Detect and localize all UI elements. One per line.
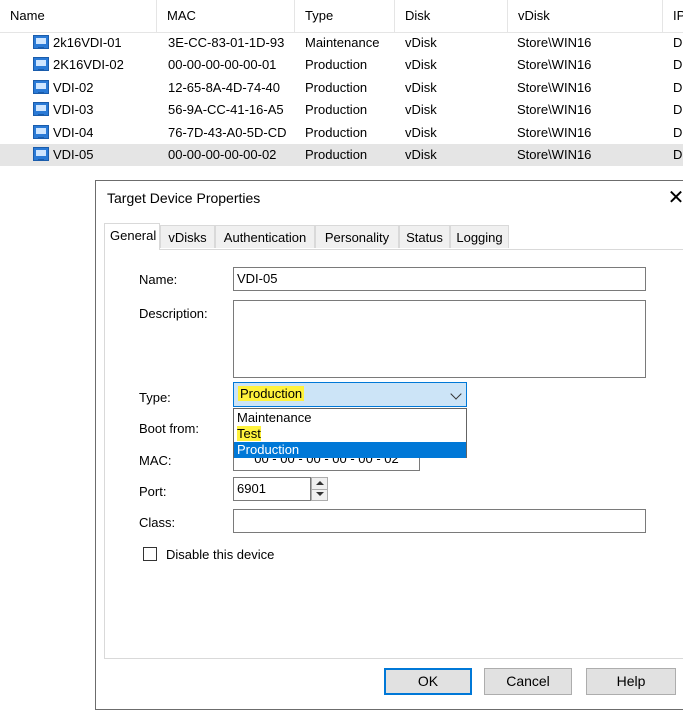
cell-name: VDI-02 xyxy=(53,79,94,95)
column-header-disk[interactable]: Disk xyxy=(395,0,508,32)
cancel-button[interactable]: Cancel xyxy=(484,668,572,695)
cell-ip: D xyxy=(673,57,683,73)
cell-disk: vDisk xyxy=(405,79,437,95)
tab-logging[interactable]: Logging xyxy=(450,225,509,248)
cell-type: Production xyxy=(305,79,368,95)
boot-from-label: Boot from: xyxy=(139,421,199,436)
class-label: Class: xyxy=(139,515,176,530)
cell-name: 2k16VDI-01 xyxy=(53,35,122,50)
type-option-test[interactable]: Test xyxy=(234,426,466,442)
type-option-test-label: Test xyxy=(237,426,261,441)
port-spinner[interactable] xyxy=(311,477,328,501)
cell-type: Production xyxy=(305,102,368,118)
cell-mac: 56-9A-CC-41-16-A5 xyxy=(168,102,284,118)
table-row[interactable]: VDI-02 12-65-8A-4D-74-40 Production vDisk St… xyxy=(0,77,683,99)
cell-disk: vDisk xyxy=(405,102,437,118)
cell-disk: vDisk xyxy=(405,147,437,162)
dialog-title: Target Device Properties xyxy=(107,190,261,206)
cell-ip: D xyxy=(673,147,683,162)
list-header: Name MAC Type Disk vDisk IP xyxy=(0,0,683,33)
cell-mac: 76-7D-43-A0-5D-CD xyxy=(168,124,287,140)
type-label: Type: xyxy=(139,390,171,405)
port-label: Port: xyxy=(139,484,167,499)
cell-type: Production xyxy=(305,57,368,73)
cell-name: VDI-03 xyxy=(53,102,94,118)
help-button[interactable]: Help xyxy=(586,668,676,695)
chevron-down-icon[interactable] xyxy=(450,388,462,400)
device-icon xyxy=(33,102,49,117)
cell-vdisk: Store\WIN16 xyxy=(517,147,592,162)
table-row[interactable]: VDI-05 00-00-00-00-00-02 Production vDisk St… xyxy=(0,144,683,166)
table-row[interactable]: 2k16VDI-01 3E-CC-83-01-1D-93 Maintenance vD… xyxy=(0,32,683,54)
cell-vdisk: Store\WIN16 xyxy=(517,124,592,140)
device-icon xyxy=(33,57,49,72)
class-field[interactable] xyxy=(233,509,646,533)
column-header-name[interactable]: Name xyxy=(0,0,157,32)
table-row[interactable]: VDI-04 76-7D-43-A0-5D-CD Production vDisk St… xyxy=(0,122,683,144)
cell-name: 2K16VDI-02 xyxy=(53,57,124,73)
tab-general[interactable]: General xyxy=(104,223,160,250)
type-combobox-value: Production xyxy=(238,386,305,401)
cell-name: VDI-05 xyxy=(53,147,94,162)
dialog-titlebar: Target Device Properties ✕ xyxy=(96,181,683,217)
tab-personality[interactable]: Personality xyxy=(315,225,399,248)
disable-device-checkbox[interactable] xyxy=(143,547,157,561)
cell-mac: 00-00-00-00-00-01 xyxy=(168,57,277,73)
tab-status[interactable]: Status xyxy=(399,225,450,248)
ok-button[interactable]: OK xyxy=(384,668,472,695)
name-label: Name: xyxy=(139,272,178,287)
close-icon[interactable]: ✕ xyxy=(664,187,683,209)
cell-mac: 3E-CC-83-01-1D-93 xyxy=(168,35,285,50)
cell-mac: 12-65-8A-4D-74-40 xyxy=(168,79,281,95)
cell-disk: vDisk xyxy=(405,124,437,140)
cell-vdisk: Store\WIN16 xyxy=(517,79,592,95)
column-header-mac[interactable]: MAC xyxy=(157,0,295,32)
description-field[interactable] xyxy=(233,300,646,378)
device-icon xyxy=(33,147,49,161)
device-icon xyxy=(33,79,49,94)
target-device-properties-dialog: Target Device Properties ✕ General vDisk… xyxy=(95,180,683,710)
cell-ip: D xyxy=(673,124,683,140)
description-label: Description: xyxy=(139,306,208,321)
table-row[interactable]: VDI-03 56-9A-CC-41-16-A5 Production vDisk St… xyxy=(0,99,683,121)
tab-authentication[interactable]: Authentication xyxy=(215,225,315,248)
device-icon xyxy=(33,124,49,139)
cell-vdisk: Store\WIN16 xyxy=(517,102,592,118)
cell-disk: vDisk xyxy=(405,35,437,50)
cell-type: Production xyxy=(305,147,368,162)
name-field[interactable]: VDI-05 xyxy=(233,267,646,291)
cell-ip: D xyxy=(673,79,683,95)
type-combobox[interactable]: Production xyxy=(233,382,467,407)
cell-ip: D xyxy=(673,35,683,50)
type-dropdown-list: Maintenance Test Production xyxy=(233,408,467,458)
cell-ip: D xyxy=(673,102,683,118)
device-icon xyxy=(33,35,49,49)
cell-vdisk: Store\WIN16 xyxy=(517,35,592,50)
disable-device-label: Disable this device xyxy=(166,547,275,562)
tab-vdisks[interactable]: vDisks xyxy=(160,225,215,248)
cell-disk: vDisk xyxy=(405,57,437,73)
cell-name: VDI-04 xyxy=(53,124,94,140)
spin-down-icon[interactable] xyxy=(312,489,327,500)
column-header-vdisk[interactable]: vDisk xyxy=(508,0,663,32)
column-header-type[interactable]: Type xyxy=(295,0,395,32)
table-row[interactable]: 2K16VDI-02 00-00-00-00-00-01 Production vDi… xyxy=(0,54,683,76)
type-option-production[interactable]: Production xyxy=(234,442,466,458)
cell-vdisk: Store\WIN16 xyxy=(517,57,592,73)
port-field[interactable]: 6901 xyxy=(233,477,311,501)
cell-type: Maintenance xyxy=(305,35,380,50)
cell-type: Production xyxy=(305,124,368,140)
cell-mac: 00-00-00-00-00-02 xyxy=(168,147,277,162)
mac-label: MAC: xyxy=(139,453,172,468)
type-option-maintenance[interactable]: Maintenance xyxy=(234,410,466,426)
column-header-ip[interactable]: IP xyxy=(663,0,683,32)
